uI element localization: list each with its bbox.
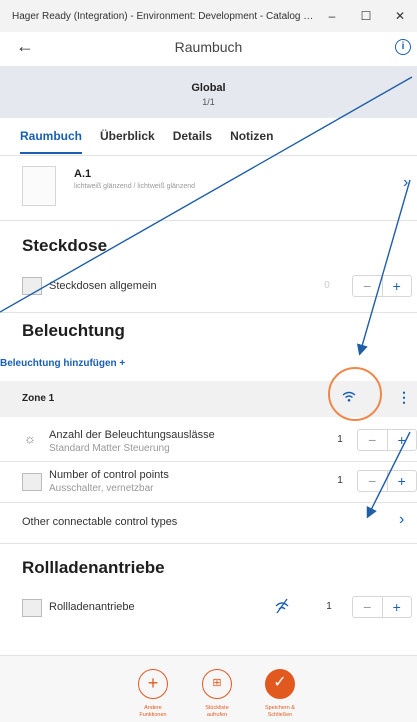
item-label: Number of control points: [49, 469, 169, 481]
section-heading-beleuchtung: Beleuchtung: [22, 321, 125, 340]
tab-bar: Raumbuch Überblick Details Notizen: [0, 120, 417, 154]
divider: [0, 220, 417, 221]
bottom-action-bar: + Andere Funktionen ⊞ Stückliste aufrufe…: [0, 655, 417, 722]
item-label: Steckdosen allgemein: [49, 280, 157, 292]
scope-title: Global: [191, 82, 226, 94]
more-options-icon[interactable]: ⋮: [397, 389, 411, 406]
shutter-icon: [22, 599, 42, 617]
list-item: Number of control points Ausschalter, ve…: [0, 462, 417, 502]
save-close-button[interactable]: ✓ Speichern & Schließen: [258, 669, 302, 719]
chevron-right-icon[interactable]: ›: [403, 174, 408, 192]
window-titlebar: Hager Ready (Integration) - Environment:…: [0, 0, 417, 32]
list-item: ☼ Anzahl der Beleuchtungsauslässe Standa…: [0, 421, 417, 461]
plus-icon: +: [138, 669, 168, 699]
switch-icon: [22, 473, 42, 491]
back-arrow-icon[interactable]: ←: [16, 36, 34, 57]
chevron-right-icon[interactable]: ›: [399, 511, 404, 529]
light-bulb-icon: ☼: [24, 431, 36, 446]
divider: [0, 155, 417, 156]
increment-button[interactable]: +: [388, 430, 417, 450]
item-quantity: 1: [337, 434, 343, 445]
app-bar: ← Raumbuch i: [0, 32, 417, 62]
room-thumbnail: [22, 166, 56, 206]
other-functions-button[interactable]: + Andere Funktionen: [131, 669, 175, 719]
list-item: Steckdosen allgemein 0 − +: [0, 268, 417, 308]
item-label: Other connectable control types: [22, 516, 178, 528]
tab-details[interactable]: Details: [173, 120, 212, 154]
item-label: Rollladenantriebe: [49, 601, 135, 613]
scope-banner: Global 1/1: [0, 66, 417, 118]
scope-pages: 1/1: [202, 97, 215, 107]
item-quantity: 0: [324, 280, 330, 291]
room-row[interactable]: A.1 lichtweiß glänzend / lichtweiß glänz…: [0, 158, 417, 214]
list-item: Rollladenantriebe 1 − +: [0, 588, 417, 628]
section-heading-rollladen: Rollladenantriebe: [22, 558, 165, 577]
decrement-button[interactable]: −: [358, 430, 388, 450]
item-sublabel: Standard Matter Steuerung: [49, 443, 170, 454]
tab-raumbuch[interactable]: Raumbuch: [20, 120, 83, 154]
divider: [0, 312, 417, 313]
quantity-stepper[interactable]: − +: [352, 275, 412, 297]
item-label: Anzahl der Beleuchtungsauslässe: [49, 429, 215, 441]
other-control-types-row[interactable]: Other connectable control types ›: [0, 503, 417, 543]
zone-title: Zone 1: [22, 393, 55, 404]
item-sublabel: Ausschalter, vernetzbar: [49, 483, 154, 494]
quantity-stepper[interactable]: − +: [357, 470, 417, 492]
add-lighting-link[interactable]: Beleuchtung hinzufügen +: [0, 358, 125, 369]
quantity-stepper[interactable]: − +: [352, 596, 412, 618]
minimize-button[interactable]: –: [315, 9, 349, 23]
close-button[interactable]: ✕: [383, 9, 417, 23]
grid-list-icon: ⊞: [202, 669, 232, 699]
room-title: A.1: [74, 168, 92, 180]
no-network-icon: [274, 598, 290, 619]
item-quantity: 1: [326, 601, 332, 612]
divider: [0, 543, 417, 544]
quantity-stepper[interactable]: − +: [357, 429, 417, 451]
increment-button[interactable]: +: [388, 471, 417, 491]
button-label: Stückliste aufrufen: [205, 705, 229, 718]
info-icon[interactable]: i: [395, 39, 411, 55]
highlight-circle: [328, 367, 382, 421]
decrement-button[interactable]: −: [358, 471, 388, 491]
tab-notizen[interactable]: Notizen: [230, 120, 273, 154]
item-quantity: 1: [337, 475, 343, 486]
decrement-button[interactable]: −: [353, 276, 383, 296]
increment-button[interactable]: +: [383, 597, 412, 617]
tab-ueberblick[interactable]: Überblick: [100, 120, 155, 154]
decrement-button[interactable]: −: [353, 597, 383, 617]
room-subtitle: lichtweiß glänzend / lichtweiß glänzend: [74, 183, 196, 190]
increment-button[interactable]: +: [383, 276, 412, 296]
window-title: Hager Ready (Integration) - Environment:…: [12, 10, 315, 22]
socket-icon: [22, 277, 42, 295]
maximize-button[interactable]: ☐: [349, 9, 383, 23]
section-heading-steckdose: Steckdose: [22, 236, 108, 255]
checkmark-icon: ✓: [265, 669, 295, 699]
button-label: Speichern & Schließen: [265, 705, 295, 718]
button-label: Andere Funktionen: [139, 705, 167, 718]
page-title: Raumbuch: [174, 39, 243, 55]
parts-list-button[interactable]: ⊞ Stückliste aufrufen: [195, 669, 239, 719]
